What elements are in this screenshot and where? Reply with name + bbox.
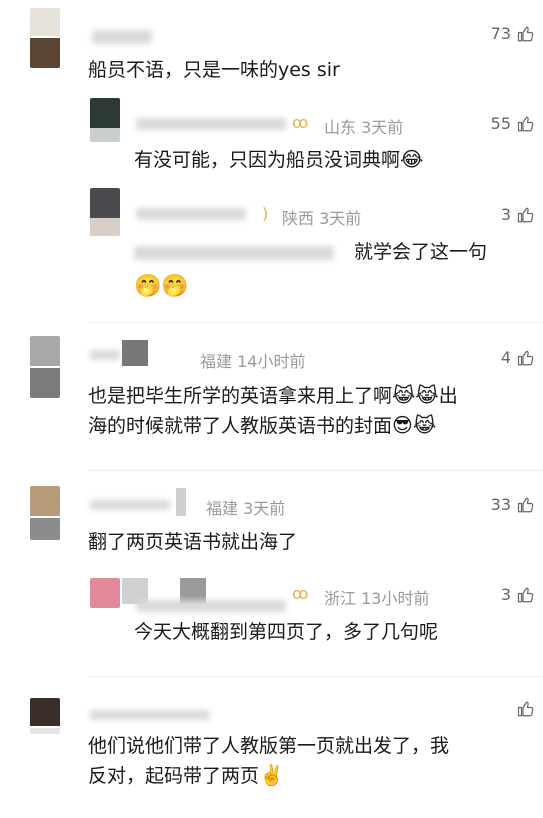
username-redacted [90,500,170,510]
user-thumb [176,488,186,516]
location-time: 山东 3天前 [324,118,404,137]
vip-badge-icon: ꝏ [292,113,309,132]
like-count: 4 [500,348,511,367]
avatar[interactable] [30,486,60,540]
location-time: 福建 3天前 [206,499,286,518]
comment-text-line2: 反对，起码带了两页✌️ [88,763,284,787]
username-redacted [136,208,246,220]
vip-badge-icon: ꝏ [292,584,309,603]
thumbs-up-icon [517,701,534,717]
vip-badge-icon: ) [262,204,269,223]
comment-text: 也是把毕生所学的英语拿来用上了啊😹😹出 [88,383,458,407]
like-count: 73 [490,24,511,43]
location-time: 福建 14小时前 [200,352,306,371]
like-count: 3 [500,585,511,604]
thumbs-up-icon [517,26,534,41]
like-button[interactable] [517,700,535,718]
thumbs-up-icon [517,207,534,222]
emoji: 😹😹 [392,383,439,407]
comment-text-line2: 海的时候就带了人教版英语书的封面😎😹 [88,413,437,437]
avatar[interactable] [90,578,120,608]
username-redacted [136,118,286,130]
like-button[interactable]: 73 [491,24,535,43]
like-button[interactable]: 33 [491,495,535,514]
like-button[interactable]: 3 [501,205,535,224]
avatar[interactable] [90,188,120,236]
like-count: 33 [490,495,511,514]
like-button[interactable]: 3 [501,585,535,604]
thumbs-up-icon [517,350,534,365]
emoji: 🤭🤭 [134,274,189,299]
avatar[interactable] [30,698,60,734]
location-time: 浙江 13小时前 [324,589,430,608]
thumbs-up-icon [517,587,534,602]
divider [88,322,543,323]
like-button[interactable]: 4 [501,348,535,367]
thumbs-up-icon [517,497,534,512]
like-button[interactable]: 55 [491,114,535,133]
thumbs-up-icon [517,116,534,131]
user-thumb [122,340,148,366]
reply-text: 今天大概翻到第四页了，多了几句呢 [134,621,439,643]
divider [88,470,543,471]
avatar[interactable] [30,336,60,398]
username-redacted [92,30,152,44]
comment-text: 船员不语，只是一味的yes sir [88,59,340,81]
username-redacted [136,600,286,612]
divider [88,676,543,677]
reply-text: 有没可能，只因为船员没词典啊😂 [134,147,424,171]
username-redacted [90,350,120,360]
location-time: 陕西 3天前 [282,209,362,228]
quoted-redacted [134,246,334,260]
like-count: 55 [490,114,511,133]
like-count: 3 [500,205,511,224]
emoji: ✌️ [259,763,284,787]
avatar[interactable] [30,8,60,68]
username-redacted [90,710,210,720]
reply-text: 就学会了这一句 [354,241,488,263]
emoji: 😂 [400,147,424,171]
comment-text: 翻了两页英语书就出海了 [88,531,298,553]
comment-text: 他们说他们带了人教版第一页就出发了，我 [88,735,450,757]
emoji: 😎😹 [392,413,437,437]
avatar[interactable] [90,98,120,142]
